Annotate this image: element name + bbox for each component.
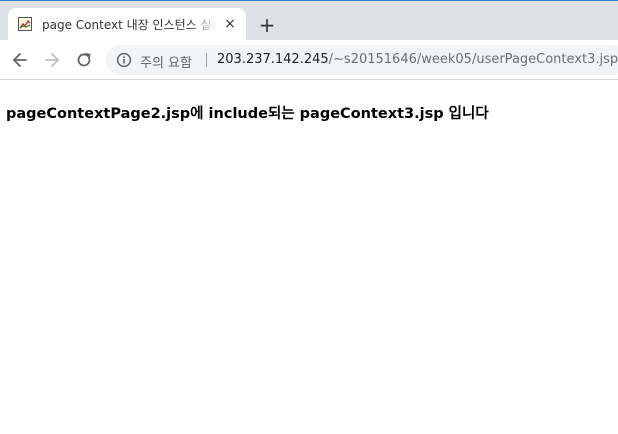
url-text[interactable]: 203.237.142.245/~s20151646/week05/userPa…	[217, 52, 618, 68]
tab-strip: page Context 내장 인스턴스 실습 × +	[0, 0, 618, 40]
url-path: /~s20151646/week05/userPageContext3.jsp	[328, 52, 618, 67]
url-host: 203.237.142.245	[217, 52, 329, 67]
forward-arrow-icon[interactable]	[40, 48, 64, 72]
divider	[206, 53, 207, 67]
address-bar[interactable]: 주의 요함 203.237.142.245/~s20151646/week05/…	[106, 45, 618, 75]
reload-icon[interactable]	[72, 48, 96, 72]
page-message: pageContextPage2.jsp에 include되는 pageCont…	[6, 106, 489, 122]
window-accent-line	[0, 0, 618, 1]
back-arrow-icon[interactable]	[8, 48, 32, 72]
browser-tab[interactable]: page Context 내장 인스턴스 실습 ×	[8, 8, 246, 40]
tab-title: page Context 내장 인스턴스 실습	[42, 18, 216, 32]
browser-toolbar: 주의 요함 203.237.142.245/~s20151646/week05/…	[0, 40, 618, 80]
close-icon[interactable]: ×	[222, 16, 238, 32]
security-label[interactable]: 주의 요함	[140, 52, 192, 71]
info-icon[interactable]	[116, 52, 132, 68]
jsp-page-icon	[18, 17, 32, 31]
new-tab-plus-icon[interactable]: +	[256, 14, 278, 36]
